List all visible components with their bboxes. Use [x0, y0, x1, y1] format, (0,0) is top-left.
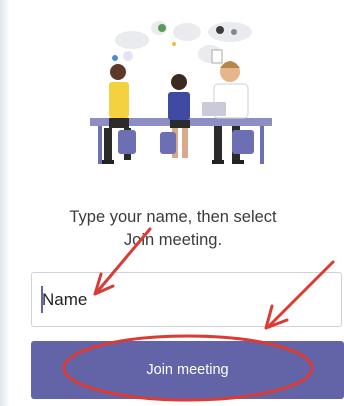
- panel-shadow: [0, 0, 10, 406]
- instructions-line-1: Type your name, then select: [69, 208, 277, 226]
- join-panel: Type your name, then select Join meeting…: [0, 0, 344, 406]
- text-caret: [41, 286, 43, 313]
- join-meeting-button[interactable]: Join meeting: [31, 341, 344, 399]
- meeting-illustration-icon: [90, 21, 272, 164]
- instructions-line-2: Join meeting.: [123, 231, 223, 249]
- name-input[interactable]: [31, 272, 342, 327]
- join-instructions: Type your name, then select Join meeting…: [40, 206, 306, 252]
